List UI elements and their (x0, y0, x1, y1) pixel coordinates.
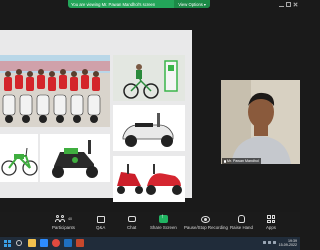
share-screen-label: Share Screen (150, 225, 177, 230)
windows-start-icon[interactable] (4, 240, 11, 247)
participant-name: Mr. Pawan Mandhol (227, 159, 259, 163)
pause-stop-recording-button[interactable]: Pause/Stop Recording (184, 214, 228, 230)
chat-button[interactable]: Chat (127, 214, 136, 230)
black-scooter-image (40, 134, 110, 182)
white-scooter-image (113, 105, 185, 151)
browser-icon[interactable] (52, 239, 60, 247)
close-icon[interactable] (293, 2, 298, 7)
raise-hand-button[interactable]: Raise Hand (230, 214, 253, 230)
apps-label: Apps (266, 225, 277, 230)
share-banner-message: You are viewing Mr. Pawan Mandhol's scre… (71, 1, 156, 7)
view-options-label: View Options (178, 1, 203, 7)
taskbar-date: 15-09-2022 (278, 243, 297, 248)
chat-icon (127, 216, 136, 222)
share-screen-button[interactable]: Share Screen (150, 214, 177, 230)
chevron-down-icon: ▾ (203, 1, 206, 7)
hand-icon (237, 215, 245, 223)
participants-button[interactable]: 40 Participants (52, 214, 75, 230)
qa-icon (96, 215, 105, 223)
zoom-app-icon[interactable] (40, 239, 48, 247)
network-icon (263, 241, 266, 244)
powerpoint-icon[interactable] (76, 239, 84, 247)
shared-screen-slide (0, 30, 192, 202)
participant-video[interactable] (221, 80, 300, 164)
share-screen-icon (158, 214, 168, 223)
word-icon[interactable] (64, 239, 72, 247)
minimize-icon[interactable] (279, 2, 284, 7)
file-explorer-icon[interactable] (28, 239, 36, 247)
raise-hand-label: Raise Hand (230, 225, 253, 230)
search-icon[interactable] (16, 240, 22, 246)
volume-icon (268, 241, 271, 244)
qa-label: Q&A (96, 225, 106, 230)
chat-label: Chat (127, 225, 137, 230)
system-tray[interactable] (263, 241, 276, 244)
apps-icon (267, 215, 275, 223)
qa-button[interactable]: Q&A (96, 214, 105, 230)
maximize-icon[interactable] (286, 2, 291, 7)
cyclist-charging-image (113, 55, 185, 101)
view-options-button[interactable]: View Options ▾ (174, 0, 210, 8)
apps-button[interactable]: Apps (266, 214, 276, 230)
screen-share-banner: You are viewing Mr. Pawan Mandhol's scre… (68, 0, 210, 8)
participants-icon (54, 215, 67, 223)
windows-taskbar: 19:39 15-09-2022 (0, 237, 300, 250)
window-controls (279, 2, 298, 7)
green-electric-bicycle-image (0, 134, 38, 182)
microphone-icon (224, 159, 226, 163)
taskbar-clock[interactable]: 19:39 15-09-2022 (279, 239, 297, 248)
red-scooters-image (113, 156, 185, 202)
recording-label: Pause/Stop Recording (184, 225, 228, 230)
group-photo-image (0, 55, 110, 127)
meeting-toolbar: 40 Participants Q&A Chat Share Screen Pa… (0, 212, 300, 236)
battery-icon (273, 241, 276, 244)
participants-count: 40 (67, 217, 72, 221)
participants-label: Participants (52, 225, 75, 230)
participant-name-tag: Mr. Pawan Mandhol (222, 158, 261, 164)
record-icon (201, 215, 211, 223)
